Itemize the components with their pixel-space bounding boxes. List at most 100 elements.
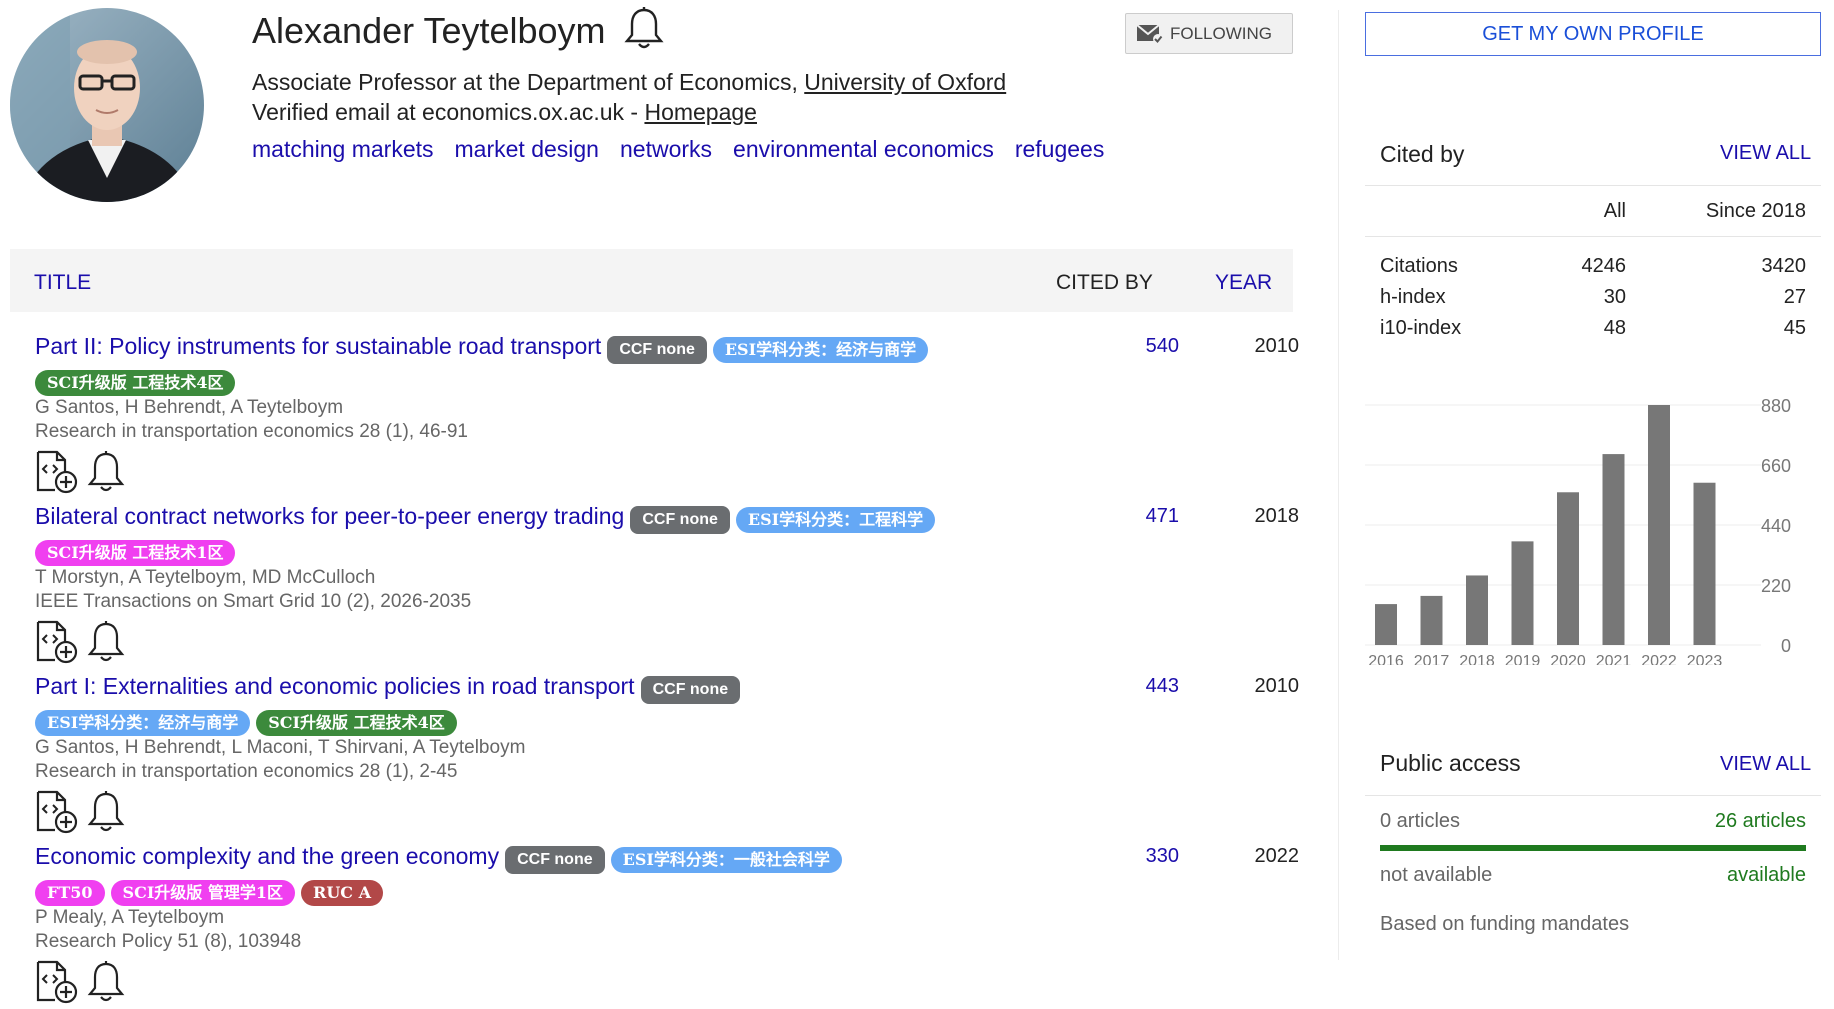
cite-add-icon[interactable] [35,960,79,1009]
stat-since: 3420 [1761,255,1807,277]
university-link[interactable]: University of Oxford [804,69,1006,95]
chart-bar[interactable] [1511,541,1534,645]
public-access-title: Public access [1380,750,1521,776]
publication-year: 2010 [1254,675,1300,697]
email-text: Verified email at economics.ox.ac.uk - [252,99,645,125]
stat-all: 30 [1603,286,1626,308]
interest-link[interactable]: matching markets [252,136,434,162]
paper-title-link[interactable]: Economic complexity and the green econom… [35,843,499,869]
cited-by-count[interactable]: 540 [1109,335,1179,358]
stat-since: 45 [1783,317,1806,339]
publication-year: 2010 [1254,335,1300,357]
interest-link[interactable]: environmental economics [733,136,994,162]
journal-tag: FT50 [35,879,105,906]
not-available-label: not available [1380,864,1493,886]
alert-bell-icon[interactable] [87,450,125,499]
get-my-own-profile-button[interactable]: GET MY OWN PROFILE [1365,12,1821,56]
x-tick-label: 2017 [1414,653,1450,665]
public-access-progress-bar [1380,845,1806,851]
journal-tag: SCI升级版 工程技术4区 [256,709,457,736]
table-row: Part I: Externalities and economic polic… [35,673,1299,834]
cite-add-icon[interactable] [35,450,79,499]
follow-bell-icon[interactable] [624,6,664,52]
stat-label: i10-index [1380,317,1462,339]
paper-authors: T Morstyn, A Teytelboym, MD McCulloch [35,566,376,588]
col-all: All [1603,200,1626,222]
chart-bar[interactable] [1557,492,1579,645]
x-tick-label: 2021 [1596,653,1632,665]
alert-bell-icon[interactable] [87,620,125,669]
chart-bar[interactable] [1693,482,1716,645]
table-row: Part II: Policy instruments for sustaina… [35,333,1299,494]
publication-year: 2018 [1254,505,1300,527]
cited-by-view-all[interactable]: VIEW ALL [1720,142,1811,165]
paper-venue: Research in transportation economics 28 … [35,420,469,442]
interest-link[interactable]: networks [620,136,712,162]
alert-bell-icon[interactable] [87,790,125,839]
sort-by-cited[interactable]: CITED BY [1056,271,1153,295]
journal-tag: ESI学科分类：经济与商学 [712,336,929,363]
alert-bell-icon[interactable] [87,960,125,1009]
following-button[interactable]: FOLLOWING [1125,13,1293,54]
stat-label: Citations [1380,255,1458,277]
chart-bar[interactable] [1420,595,1443,645]
stat-since: 27 [1783,286,1806,308]
stat-all: 4246 [1581,255,1627,277]
y-tick-label: 0 [1781,636,1791,656]
journal-tag: CCF none [640,675,741,704]
stat-label: h-index [1380,286,1446,308]
cite-add-icon[interactable] [35,620,79,669]
cited-by-title: Cited by [1380,141,1465,167]
paper-venue: Research in transportation economics 28 … [35,760,458,782]
sort-by-year[interactable]: YEAR [1215,271,1272,295]
interest-link[interactable]: refugees [1015,136,1105,162]
paper-venue: Research Policy 51 (8), 103948 [35,930,302,952]
available-label: available [1727,864,1806,886]
divider [1365,795,1821,796]
funding-mandates-note: Based on funding mandates [1380,913,1630,935]
chart-bar[interactable] [1648,405,1670,645]
chart-bar[interactable] [1602,454,1625,645]
profile-avatar [10,8,204,202]
col-since: Since 2018 [1705,200,1806,222]
column-divider [1338,10,1339,960]
divider [1365,185,1821,186]
sort-by-title[interactable]: TITLE [34,271,91,295]
y-tick-label: 440 [1761,516,1791,536]
paper-title-link[interactable]: Bilateral contract networks for peer-to-… [35,503,624,529]
interest-link[interactable]: market design [455,136,599,162]
mail-check-icon [1136,23,1163,44]
public-access-view-all[interactable]: VIEW ALL [1720,753,1811,776]
x-tick-label: 2018 [1459,653,1495,665]
paper-authors: P Mealy, A Teytelboym [35,906,225,928]
table-row: Economic complexity and the green econom… [35,843,1299,1004]
cited-by-count[interactable]: 330 [1109,845,1179,868]
x-tick-label: 2022 [1641,653,1677,665]
table-header: TITLE CITED BY YEAR [10,249,1293,312]
publication-year: 2022 [1254,845,1300,867]
y-tick-label: 880 [1761,396,1791,416]
affiliation: Associate Professor at the Department of… [252,69,1006,96]
journal-tag: SCI升级版 工程技术4区 [35,369,236,396]
not-available-count[interactable]: 0 articles [1380,810,1460,833]
paper-authors: G Santos, H Behrendt, L Maconi, T Shirva… [35,736,526,758]
x-tick-label: 2019 [1505,653,1541,665]
table-row: Bilateral contract networks for peer-to-… [35,503,1299,664]
homepage-link[interactable]: Homepage [644,99,757,125]
cite-add-icon[interactable] [35,790,79,839]
x-tick-label: 2020 [1550,653,1586,665]
paper-title-link[interactable]: Part I: Externalities and economic polic… [35,673,635,699]
chart-bar[interactable] [1466,575,1488,645]
paper-title-link[interactable]: Part II: Policy instruments for sustaina… [35,333,601,359]
available-count[interactable]: 26 articles [1700,810,1806,833]
y-tick-label: 660 [1761,456,1791,476]
citations-bar-chart: 880 660 440 220 0 2016 2017 2018 2019 2020 2021 202… [1365,396,1791,665]
profile-name: Alexander Teytelboym [252,10,606,51]
stat-all: 48 [1603,317,1626,339]
cited-by-count[interactable]: 471 [1109,505,1179,528]
chart-bar[interactable] [1375,604,1397,645]
journal-tag: CCF none [630,505,730,534]
cited-by-count[interactable]: 443 [1109,675,1179,698]
journal-tag: SCI升级版 管理学1区 [110,879,296,906]
x-tick-label: 2023 [1687,653,1723,665]
